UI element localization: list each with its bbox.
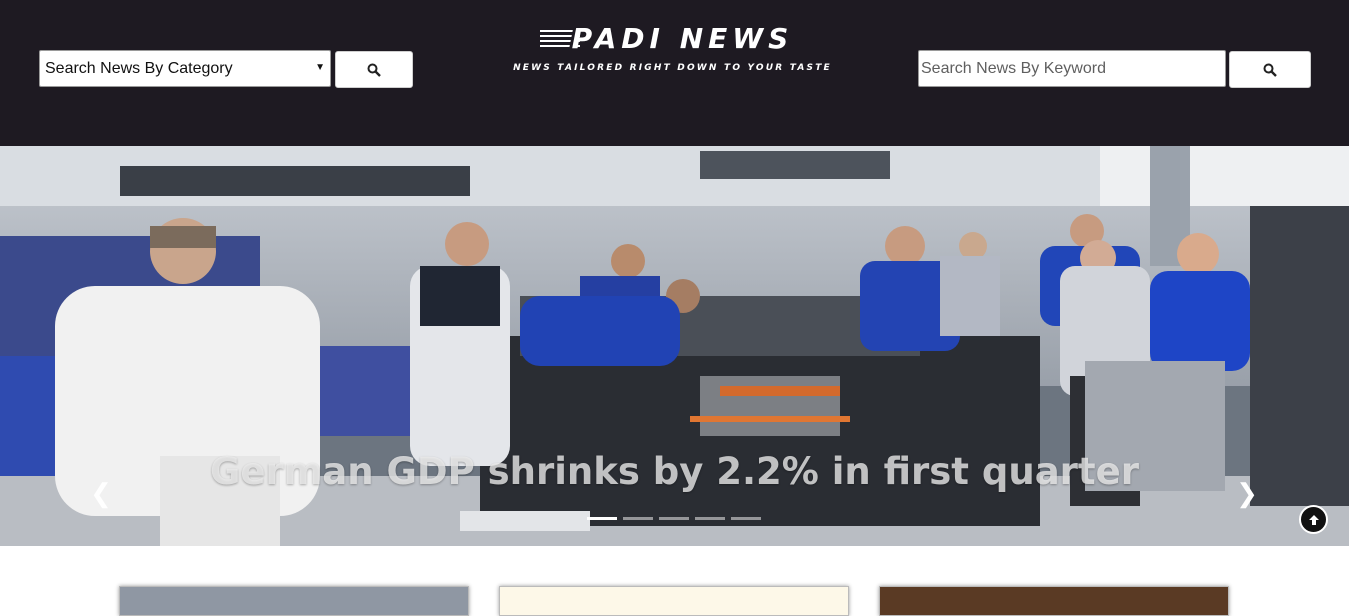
carousel-indicator[interactable] (623, 517, 653, 520)
category-select[interactable]: Search News By Category ▼ (39, 50, 331, 87)
carousel-indicators (587, 517, 761, 520)
carousel-indicator[interactable] (695, 517, 725, 520)
carousel-indicator[interactable] (587, 517, 617, 520)
brand-title: PADI NEWS (571, 22, 794, 55)
brand-tagline: News Tailored right down to your Taste (513, 63, 832, 73)
news-card[interactable] (119, 586, 469, 616)
carousel-prev-overlay (86, 330, 116, 364)
category-select-value: Search News By Category (45, 59, 233, 77)
site-brand[interactable]: PADI NEWS News Tailored right down to yo… (470, 22, 875, 73)
search-icon (367, 63, 381, 77)
news-card[interactable] (879, 586, 1229, 616)
keyword-search-input[interactable] (918, 50, 1226, 87)
slide-caption[interactable]: German GDP shrinks by 2.2% in first quar… (0, 450, 1349, 493)
carousel-indicator[interactable] (731, 517, 761, 520)
keyword-search-button[interactable] (1229, 51, 1311, 88)
dropdown-arrow-icon: ▼ (315, 62, 325, 73)
site-header: Search News By Category ▼ PADI NEWS News… (0, 0, 1349, 146)
arrow-up-icon (1308, 514, 1319, 525)
news-card[interactable] (499, 586, 849, 616)
back-to-top-button[interactable] (1299, 505, 1328, 534)
category-search-button[interactable] (335, 51, 413, 88)
search-icon (1263, 63, 1277, 77)
carousel-indicator[interactable] (659, 517, 689, 520)
